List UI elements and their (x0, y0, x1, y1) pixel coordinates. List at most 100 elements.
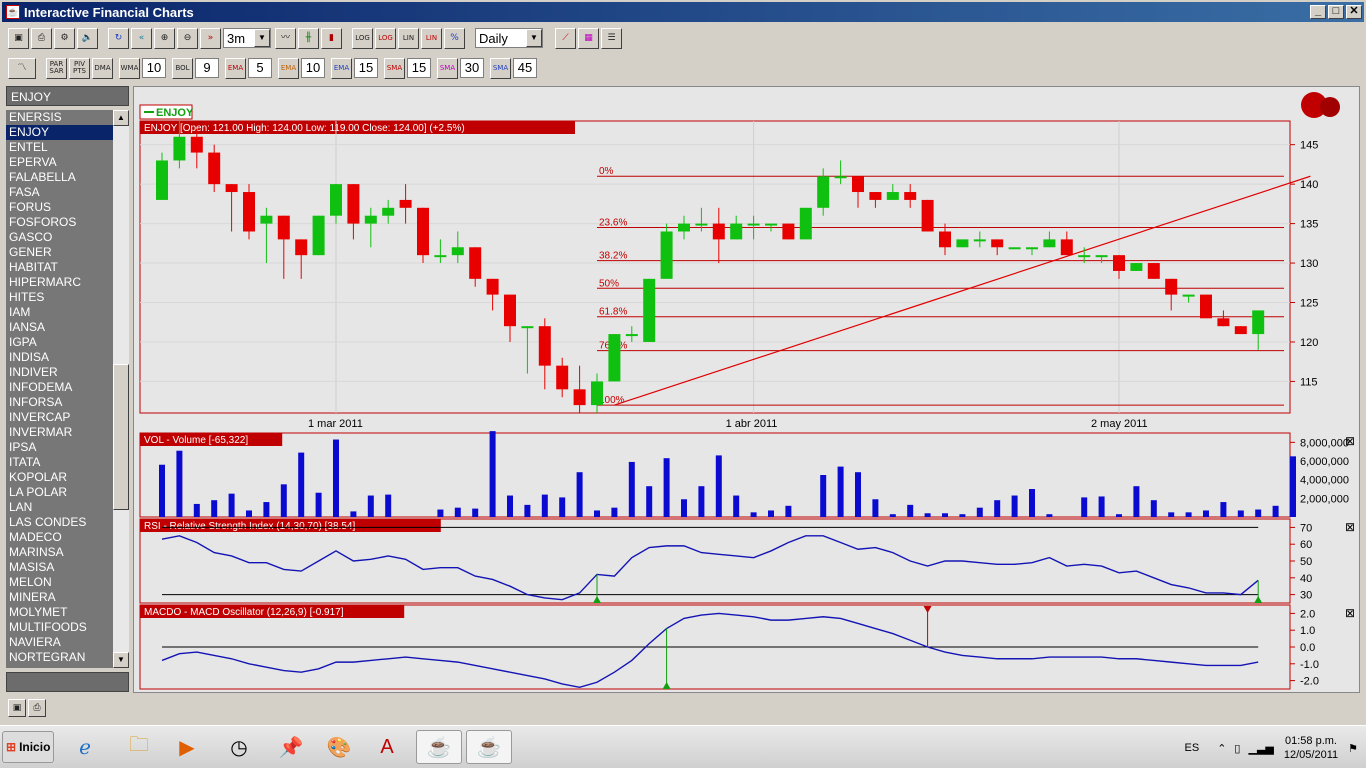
internet-explorer-icon[interactable]: ℯ (62, 730, 108, 764)
action-center-icon[interactable]: ⚑ (1348, 742, 1358, 755)
pdf-reader-icon[interactable]: A (364, 730, 410, 764)
pin-icon[interactable]: 📌 (268, 730, 314, 764)
symbol-list-scrollbar[interactable]: ▲ ▼ (113, 110, 129, 668)
sound-icon[interactable]: 🔈 (77, 27, 98, 49)
symbol-item[interactable]: LAN (6, 500, 113, 515)
line-chart-icon[interactable]: 〰 (275, 27, 296, 49)
print-icon[interactable]: ⎙ (31, 27, 52, 49)
symbol-item[interactable]: INDIVER (6, 365, 113, 380)
clock[interactable]: 01:58 p.m. 12/05/2011 (1284, 734, 1338, 762)
symbol-item[interactable]: FOSFOROS (6, 215, 113, 230)
java-app-icon-2[interactable]: ☕ (466, 730, 512, 764)
draw-line-icon[interactable]: ⟋ (555, 27, 576, 49)
symbol-item[interactable]: IGPA (6, 335, 113, 350)
ema3-period-input[interactable]: 15 (354, 58, 378, 78)
symbol-item[interactable]: HITES (6, 290, 113, 305)
symbol-search-field[interactable] (6, 672, 129, 692)
bollinger-button[interactable]: BOL (172, 57, 193, 79)
settings-icon[interactable]: ⚙ (54, 27, 75, 49)
linear-scale-alt-button[interactable]: LIN (421, 27, 442, 49)
language-indicator[interactable]: ES (1185, 742, 1200, 754)
symbol-item[interactable]: LA POLAR (6, 485, 113, 500)
chevron-down-icon[interactable]: ▼ (526, 29, 542, 47)
linear-scale-button[interactable]: LIN (398, 27, 419, 49)
symbol-item[interactable]: KOPOLAR (6, 470, 113, 485)
symbol-item[interactable]: IANSA (6, 320, 113, 335)
color-palette-icon[interactable]: ▦ (578, 27, 599, 49)
symbol-item[interactable]: MOLYMET (6, 605, 113, 620)
symbol-item[interactable]: FALABELLA (6, 170, 113, 185)
charts-svg[interactable]: ENJOY 115 120 125 130 135 140 145 ENJOY [Open: 1… (134, 87, 1359, 692)
symbol-item[interactable]: INFODEMA (6, 380, 113, 395)
sma3-period-input[interactable]: 45 (513, 58, 537, 78)
symbol-item[interactable]: ENERSIS (6, 110, 113, 125)
symbol-item[interactable]: MASISA (6, 560, 113, 575)
symbol-item[interactable]: ENTEL (6, 140, 113, 155)
ema1-button[interactable]: EMA (225, 57, 246, 79)
new-window-icon[interactable]: ▣ (8, 27, 29, 49)
start-button[interactable]: ⊞ Inicio (2, 731, 54, 763)
scroll-down-icon[interactable]: ▼ (113, 652, 129, 668)
symbol-item[interactable]: ENJOY (6, 125, 113, 140)
symbol-item[interactable]: NAVIERA (6, 635, 113, 650)
chevron-down-icon[interactable]: ▼ (254, 29, 270, 47)
symbol-item[interactable]: MULTIFOODS (6, 620, 113, 635)
bar-chart-icon[interactable]: ╫ (298, 27, 319, 49)
refresh-icon[interactable]: ↻ (108, 27, 129, 49)
sma1-period-input[interactable]: 15 (407, 58, 431, 78)
symbol-item[interactable]: INVERCAP (6, 410, 113, 425)
java-app-icon[interactable]: ☕ (416, 730, 462, 764)
symbol-item[interactable]: MINERA (6, 590, 113, 605)
symbol-item[interactable]: GENER (6, 245, 113, 260)
paint-icon[interactable]: 🎨 (316, 730, 362, 764)
ema1-period-input[interactable]: 5 (248, 58, 272, 78)
show-hidden-icon[interactable]: ⌃ (1217, 742, 1226, 755)
maximize-button[interactable]: □ (1328, 5, 1344, 19)
period-select[interactable]: 3m ▼ (223, 28, 271, 48)
scroll-thumb[interactable] (113, 364, 129, 510)
media-player-icon[interactable]: ▶ (164, 730, 210, 764)
zoom-out-icon[interactable]: ⊖ (177, 27, 198, 49)
sma2-period-input[interactable]: 30 (460, 58, 484, 78)
symbol-item[interactable]: INFORSA (6, 395, 113, 410)
interval-select[interactable]: Daily ▼ (475, 28, 543, 48)
ema2-period-input[interactable]: 10 (301, 58, 325, 78)
zoom-in-icon[interactable]: ⊕ (154, 27, 175, 49)
symbol-item[interactable]: EPERVA (6, 155, 113, 170)
ema3-button[interactable]: EMA (331, 57, 352, 79)
dma-button[interactable]: DMA (92, 57, 113, 79)
scroll-up-icon[interactable]: ▲ (113, 110, 129, 126)
symbol-item[interactable]: HABITAT (6, 260, 113, 275)
wma-button[interactable]: WMA (119, 57, 140, 79)
bollinger-period-input[interactable]: 9 (195, 58, 219, 78)
symbol-item[interactable]: HIPERMARC (6, 275, 113, 290)
symbol-item[interactable]: FORUS (6, 200, 113, 215)
symbol-item[interactable]: ITATA (6, 455, 113, 470)
indicator-chart-icon[interactable]: 〽 (8, 57, 36, 79)
symbol-item[interactable]: MARINSA (6, 545, 113, 560)
clock-icon[interactable]: ◷ (216, 730, 262, 764)
symbol-item[interactable]: MADECO (6, 530, 113, 545)
symbol-item[interactable]: INVERMAR (6, 425, 113, 440)
data-table-icon[interactable]: ☰ (601, 27, 622, 49)
symbol-item[interactable]: IAM (6, 305, 113, 320)
battery-icon[interactable]: ▯ (1234, 742, 1240, 755)
log-scale-alt-button[interactable]: LOG (375, 27, 396, 49)
layout-icon[interactable]: ▣ (8, 699, 26, 717)
symbol-item[interactable]: IPSA (6, 440, 113, 455)
pivot-points-button[interactable]: PIV PTS (69, 57, 90, 79)
close-button[interactable]: ✕ (1346, 5, 1362, 19)
percent-button[interactable]: % (444, 27, 465, 49)
sma1-button[interactable]: SMA (384, 57, 405, 79)
sma3-button[interactable]: SMA (490, 57, 511, 79)
sma2-button[interactable]: SMA (437, 57, 458, 79)
log-scale-button[interactable]: LOG (352, 27, 373, 49)
rewind-icon[interactable]: « (131, 27, 152, 49)
par-sar-button[interactable]: PAR SAR (46, 57, 67, 79)
symbol-list[interactable]: ENERSIS ENJOY ENTEL EPERVA FALABELLA FASA FORU… (6, 110, 113, 668)
network-signal-icon[interactable]: ▁▃▅ (1248, 742, 1273, 755)
symbol-item[interactable]: LAS CONDES (6, 515, 113, 530)
symbol-item[interactable]: INDISA (6, 350, 113, 365)
export-icon[interactable]: ⎙ (28, 699, 46, 717)
minimize-button[interactable]: _ (1310, 5, 1326, 19)
